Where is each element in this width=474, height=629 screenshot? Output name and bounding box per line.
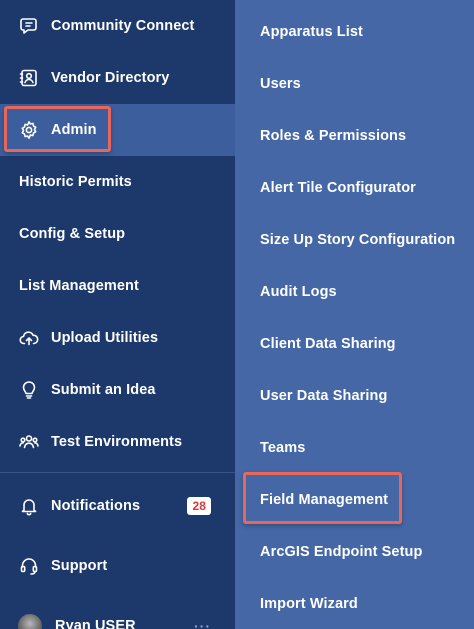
submenu-item-arcgis-endpoint-setup[interactable]: ArcGIS Endpoint Setup <box>235 526 474 578</box>
sidebar-item-notifications[interactable]: Notifications 28 <box>0 480 235 532</box>
sidebar-item-label: Historic Permits <box>19 174 132 190</box>
sidebar-item-submit-idea[interactable]: Submit an Idea <box>0 364 235 416</box>
sidebar-item-label: Vendor Directory <box>51 70 170 86</box>
bell-icon <box>18 495 40 517</box>
lightbulb-icon <box>18 379 40 401</box>
contact-card-icon <box>18 67 40 89</box>
submenu-item-label: Alert Tile Configurator <box>260 180 416 196</box>
sidebar-item-community-connect[interactable]: Community Connect <box>0 0 235 52</box>
submenu-item-teams[interactable]: Teams <box>235 422 474 474</box>
sidebar-item-label: List Management <box>19 278 139 294</box>
avatar <box>18 614 42 629</box>
user-name: Ryan USER <box>55 618 136 629</box>
submenu-item-label: Users <box>260 76 301 92</box>
submenu-item-user-data-sharing[interactable]: User Data Sharing <box>235 370 474 422</box>
sidebar-item-label: Support <box>51 558 108 574</box>
headset-icon <box>18 555 40 577</box>
submenu-item-label: Roles & Permissions <box>260 128 407 144</box>
submenu-item-import-wizard[interactable]: Import Wizard <box>235 578 474 629</box>
submenu-item-label: Field Management <box>260 492 389 508</box>
sidebar-item-label: Admin <box>51 122 97 138</box>
submenu-item-label: Teams <box>260 440 306 456</box>
sidebar-item-label: Notifications <box>51 498 141 514</box>
sidebar-item-label: Submit an Idea <box>51 382 156 398</box>
submenu-item-label: Import Wizard <box>260 596 358 612</box>
sidebar-item-test-environments[interactable]: Test Environments <box>0 416 235 468</box>
sidebar-divider <box>0 472 235 473</box>
submenu-item-audit-logs[interactable]: Audit Logs <box>235 266 474 318</box>
sidebar-item-label: Config & Setup <box>19 226 126 242</box>
sidebar-item-label: Upload Utilities <box>51 330 159 346</box>
cloud-upload-icon <box>18 327 40 349</box>
submenu-item-label: Apparatus List <box>260 24 363 40</box>
submenu-item-label: Size Up Story Configuration <box>260 232 456 248</box>
chat-bubble-icon <box>18 15 40 37</box>
sidebar-item-admin[interactable]: Admin <box>0 104 235 156</box>
submenu-item-label: Client Data Sharing <box>260 336 396 352</box>
submenu-item-field-management[interactable]: Field Management <box>235 474 474 526</box>
user-profile-menu[interactable]: Ryan USER ··· <box>0 600 235 629</box>
users-icon <box>18 431 40 453</box>
sidebar-item-support[interactable]: Support <box>0 540 235 592</box>
sidebar-item-upload-utilities[interactable]: Upload Utilities <box>0 312 235 364</box>
admin-submenu: Apparatus List Users Roles & Permissions… <box>235 0 474 629</box>
submenu-item-label: User Data Sharing <box>260 388 388 404</box>
gear-icon <box>18 119 40 141</box>
sidebar-item-label: Community Connect <box>51 18 195 34</box>
sidebar-item-vendor-directory[interactable]: Vendor Directory <box>0 52 235 104</box>
submenu-item-size-up-story-configuration[interactable]: Size Up Story Configuration <box>235 214 474 266</box>
sidebar-item-historic-permits[interactable]: Historic Permits <box>0 156 235 208</box>
submenu-item-apparatus-list[interactable]: Apparatus List <box>235 6 474 58</box>
submenu-item-roles-permissions[interactable]: Roles & Permissions <box>235 110 474 162</box>
submenu-item-alert-tile-configurator[interactable]: Alert Tile Configurator <box>235 162 474 214</box>
submenu-item-client-data-sharing[interactable]: Client Data Sharing <box>235 318 474 370</box>
submenu-item-users[interactable]: Users <box>235 58 474 110</box>
app-window: Community Connect Vendor Directory Admin… <box>0 0 474 629</box>
sidebar: Community Connect Vendor Directory Admin… <box>0 0 235 629</box>
more-options-icon[interactable]: ··· <box>194 618 211 629</box>
sidebar-item-list-management[interactable]: List Management <box>0 260 235 312</box>
submenu-item-label: ArcGIS Endpoint Setup <box>260 544 423 560</box>
sidebar-item-label: Test Environments <box>51 434 183 450</box>
submenu-item-label: Audit Logs <box>260 284 337 300</box>
notification-count-badge: 28 <box>187 497 211 515</box>
sidebar-item-config-setup[interactable]: Config & Setup <box>0 208 235 260</box>
